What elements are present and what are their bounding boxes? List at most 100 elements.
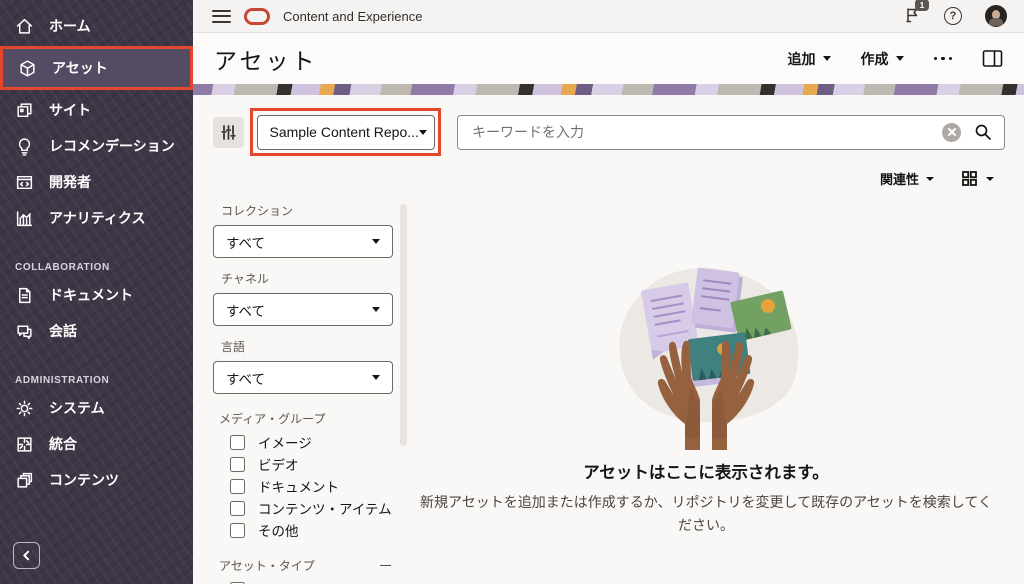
filter-group-asset-type: アセット・タイプ: [213, 557, 393, 574]
checkbox[interactable]: [230, 457, 245, 472]
filter-group-media-group: メディア・グループ: [213, 410, 393, 427]
lightbulb-icon: [15, 137, 34, 156]
content-area: Sample Content Repo... 関連性: [193, 95, 1024, 584]
chat-bubbles-icon: [15, 322, 34, 341]
chevron-down-icon: [896, 56, 904, 61]
oracle-logo: [244, 8, 270, 25]
more-actions-button[interactable]: [934, 53, 953, 65]
minus-icon: [380, 565, 391, 567]
grid-view-icon: [961, 170, 978, 187]
sidebar-section-administration: ADMINISTRATION: [0, 375, 193, 386]
clear-search-button[interactable]: [942, 123, 961, 142]
empty-state-title: アセットはここに表示されます。: [583, 459, 829, 483]
filter-panel-scrollbar[interactable]: [400, 204, 407, 446]
home-icon: [15, 17, 34, 36]
empty-state: アセットはここに表示されます。 新規アセットを追加または作成するか、リポジトリを…: [407, 190, 1005, 584]
page-header: アセット 追加 作成: [193, 33, 1024, 84]
decorative-banner: [193, 84, 1024, 95]
chevron-down-icon: [372, 239, 380, 244]
add-button[interactable]: 追加: [788, 49, 831, 69]
sidebar-item-system[interactable]: システム: [0, 390, 193, 426]
checkbox[interactable]: [230, 435, 245, 450]
chevron-down-icon: [372, 375, 380, 380]
checkbox[interactable]: [230, 523, 245, 538]
create-button[interactable]: 作成: [861, 49, 904, 69]
sidebar-item-label: ドキュメント: [49, 285, 133, 305]
sidebar-item-sites[interactable]: サイト: [0, 92, 193, 128]
sidebar-item-analytics[interactable]: アナリティクス: [0, 200, 193, 236]
sidebar-item-label: システム: [49, 398, 105, 418]
help-icon[interactable]: ?: [944, 7, 962, 25]
cube-icon: [18, 59, 37, 78]
hamburger-menu-icon[interactable]: [212, 10, 231, 23]
view-mode-dropdown[interactable]: [961, 170, 994, 187]
notifications-flag-icon[interactable]: 1: [903, 5, 921, 28]
checkbox-row[interactable]: コンテンツ・アイテム: [213, 497, 393, 519]
sidebar-item-label: サイト: [49, 100, 91, 120]
annotation-box-repository: Sample Content Repo...: [250, 108, 441, 156]
side-panel-toggle-button[interactable]: [982, 49, 1003, 68]
sidebar-item-recommendations[interactable]: レコメンデーション: [0, 128, 193, 164]
sites-icon: [15, 101, 34, 120]
empty-state-description: 新規アセットを追加または作成するか、リポジトリを変更して既存のアセットを検索して…: [414, 491, 999, 537]
channel-select[interactable]: すべて: [213, 293, 393, 326]
sidebar-item-documents[interactable]: ドキュメント: [0, 277, 193, 313]
developer-icon: [15, 173, 34, 192]
checkbox-row[interactable]: Image: [213, 578, 393, 584]
app-title: Content and Experience: [283, 9, 422, 24]
checkbox-row[interactable]: イメージ: [213, 431, 393, 453]
sidebar-item-assets[interactable]: アセット: [3, 49, 190, 87]
chevron-down-icon: [372, 307, 380, 312]
checkbox[interactable]: [230, 479, 245, 494]
sidebar-item-home[interactable]: ホーム: [0, 8, 193, 44]
filter-panel: コレクション すべて チャネル すべて 言語 すべて: [213, 190, 407, 584]
sidebar-item-label: アナリティクス: [49, 208, 145, 228]
repository-select[interactable]: Sample Content Repo...: [257, 115, 435, 150]
chevron-down-icon: [823, 56, 831, 61]
search-button[interactable]: [974, 123, 992, 141]
sidebar-item-integration[interactable]: 統合: [0, 426, 193, 462]
chevron-down-icon: [926, 177, 934, 181]
filter-label-channel: チャネル: [213, 270, 393, 287]
sidebar-item-label: ホーム: [49, 16, 91, 36]
language-select[interactable]: すべて: [213, 361, 393, 394]
page-title: アセット: [214, 42, 318, 76]
asset-toolbar: Sample Content Repo...: [213, 108, 1005, 156]
sidebar-item-conversations[interactable]: 会話: [0, 313, 193, 349]
filter-panel-toggle-button[interactable]: [213, 117, 244, 148]
split-panel-icon: [982, 49, 1003, 68]
search-input[interactable]: [472, 124, 929, 140]
search-icon: [974, 123, 992, 141]
search-bar: [457, 115, 1005, 150]
sidebar-item-content[interactable]: コンテンツ: [0, 462, 193, 498]
document-icon: [15, 286, 34, 305]
main-area: Content and Experience 1 ? アセット 追加: [193, 0, 1024, 584]
page-actions: 追加 作成: [788, 49, 1004, 69]
sidebar-item-label: コンテンツ: [49, 470, 119, 490]
global-header: Content and Experience 1 ?: [193, 0, 1024, 33]
close-icon: [948, 128, 956, 136]
empty-state-illustration: [588, 238, 824, 450]
sliders-icon: [220, 124, 237, 141]
gear-icon: [15, 399, 34, 418]
chevron-down-icon: [986, 177, 994, 181]
collapse-section-button[interactable]: [378, 563, 393, 569]
sidebar-item-label: 統合: [49, 434, 77, 454]
header-actions: 1 ?: [903, 5, 1007, 28]
checkbox-row[interactable]: ビデオ: [213, 453, 393, 475]
sidebar-collapse-button[interactable]: [13, 542, 40, 569]
content-body: コレクション すべて チャネル すべて 言語 すべて: [213, 190, 1005, 584]
analytics-icon: [15, 209, 34, 228]
stacked-content-icon: [15, 471, 34, 490]
notification-badge: 1: [915, 0, 929, 11]
filter-label-collection: コレクション: [213, 202, 393, 219]
repository-value: Sample Content Repo...: [270, 124, 419, 140]
checkbox-row[interactable]: ドキュメント: [213, 475, 393, 497]
collection-select[interactable]: すべて: [213, 225, 393, 258]
checkbox[interactable]: [230, 501, 245, 516]
checkbox-row[interactable]: その他: [213, 519, 393, 541]
sidebar-section-collaboration: COLLABORATION: [0, 262, 193, 273]
sidebar-item-developer[interactable]: 開発者: [0, 164, 193, 200]
user-avatar[interactable]: [985, 5, 1007, 27]
sort-dropdown[interactable]: 関連性: [880, 169, 934, 188]
